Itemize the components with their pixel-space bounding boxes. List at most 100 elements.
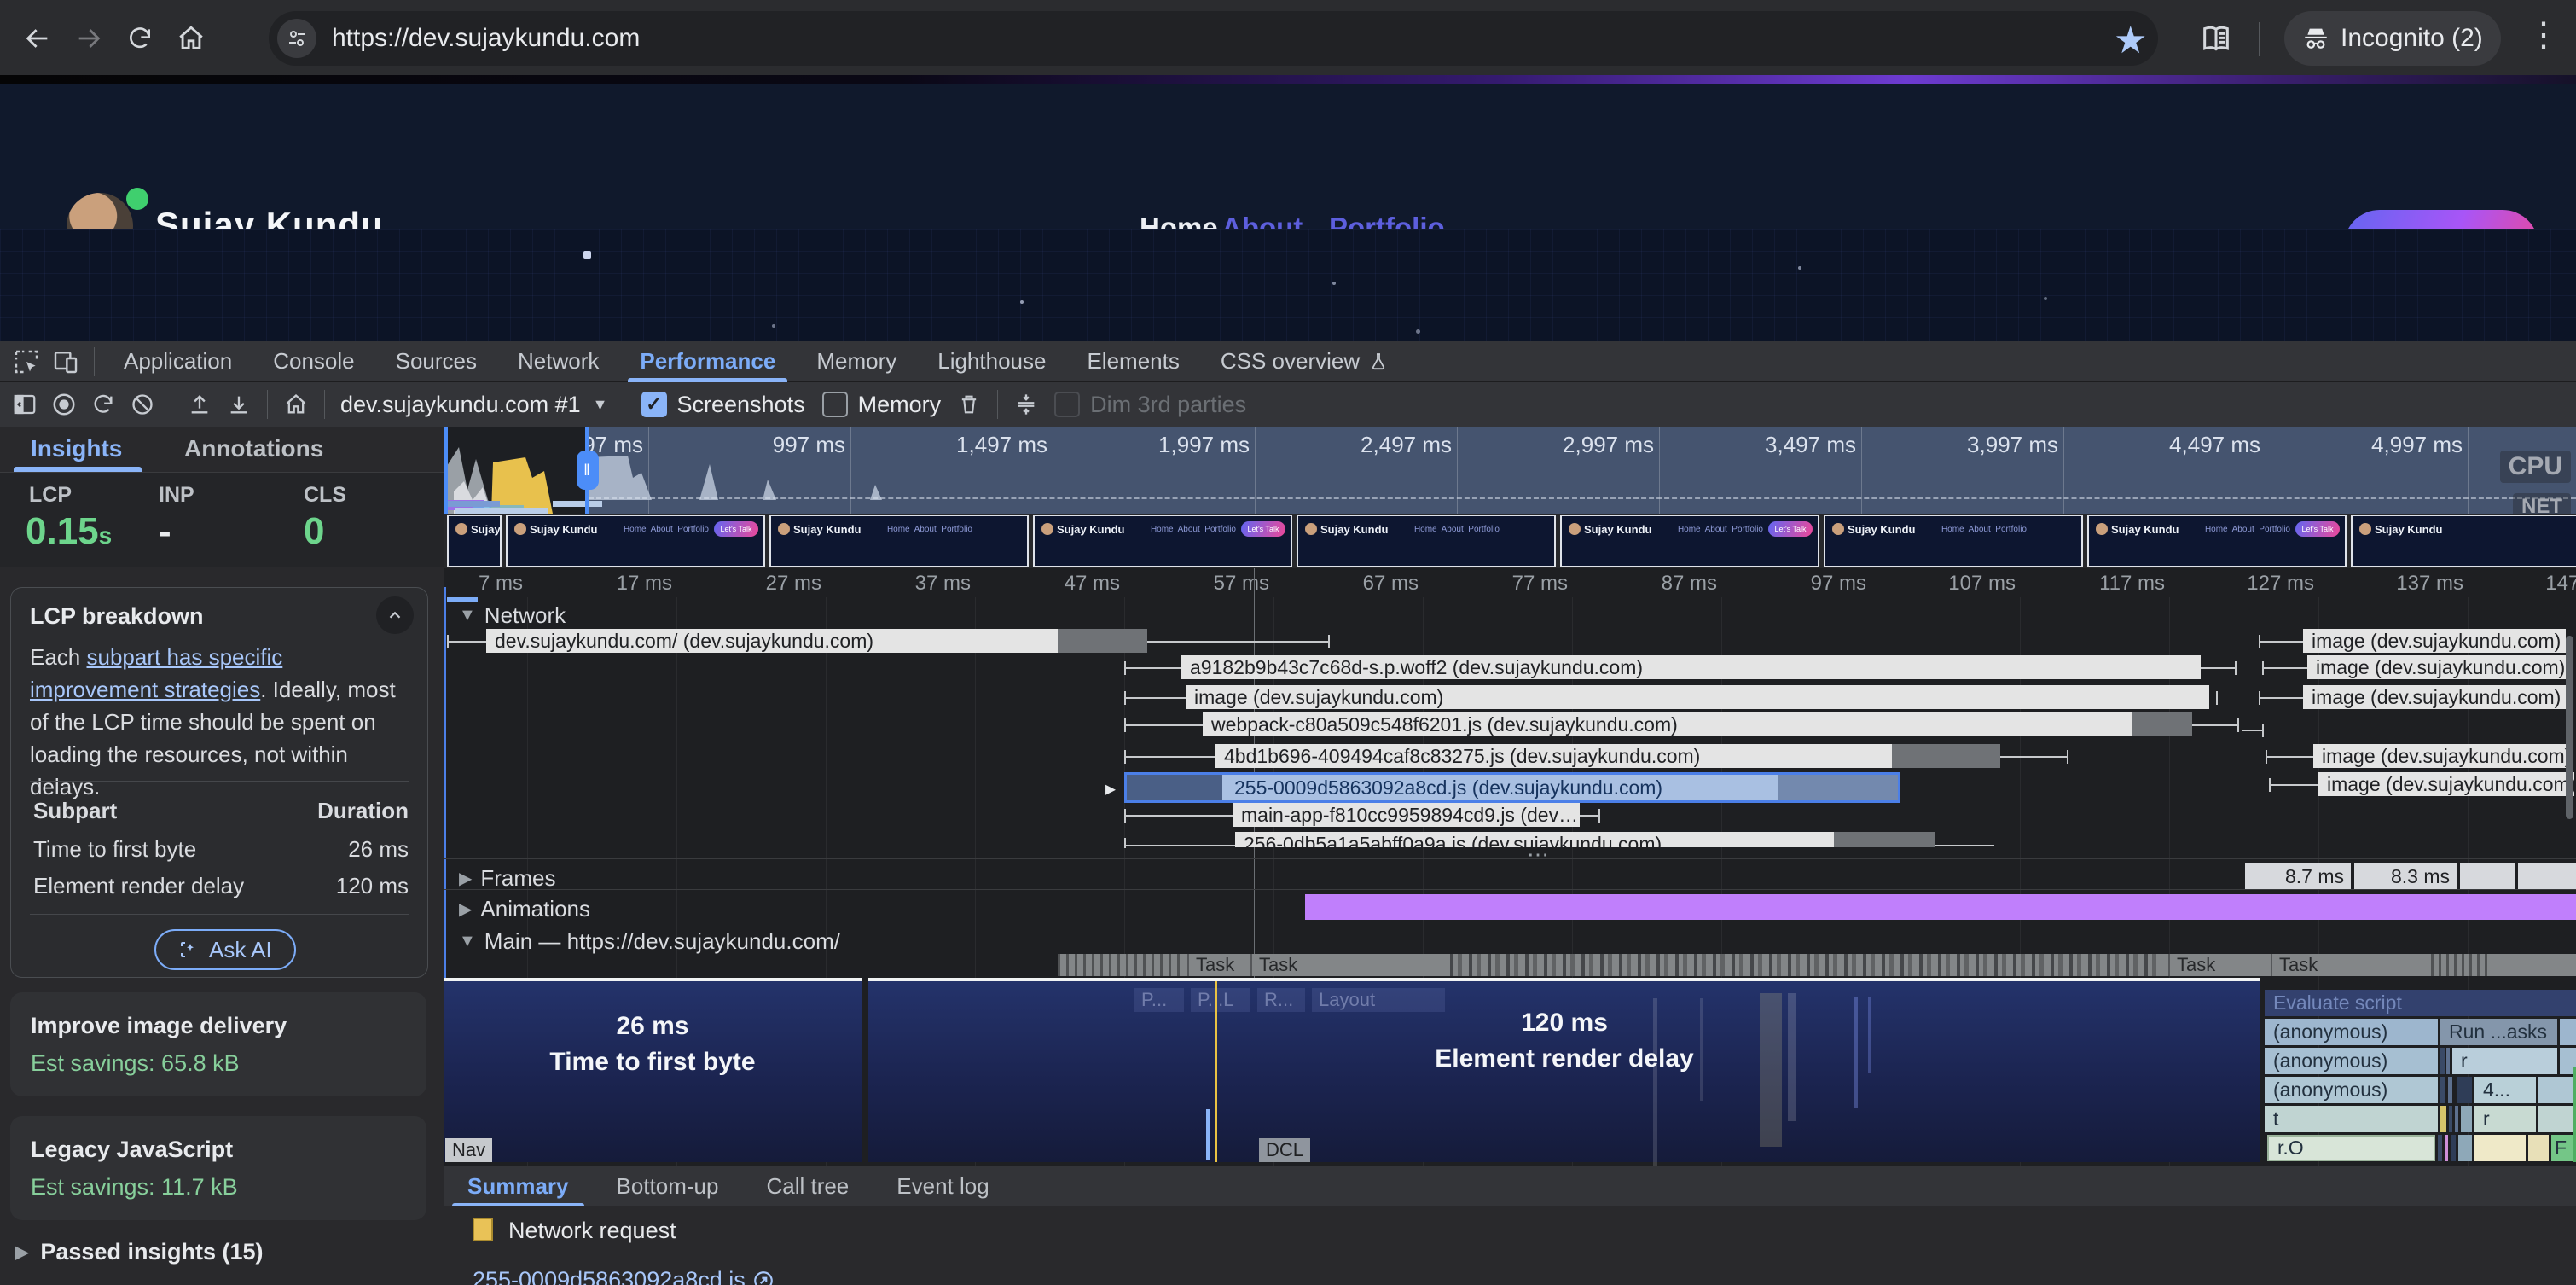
network-request-bar[interactable]: 4bd1b696-409494caf8c83275.js (dev.sujayk… <box>1215 744 1892 768</box>
flame-frame[interactable]: (anonymous) <box>2265 1077 2438 1103</box>
tab-application[interactable]: Application <box>124 348 232 375</box>
network-request-bar-selected[interactable]: 255-0009d5863092a8cd.js (dev.sujaykundu.… <box>1124 772 1900 803</box>
sidebar-tab-annotations[interactable]: Annotations <box>184 435 323 462</box>
filmstrip-thumbnail[interactable]: Sujay Kundu Home About Portfolio Let's T… <box>506 515 765 567</box>
collapse-chevron-button[interactable] <box>376 596 414 634</box>
download-profile-icon[interactable] <box>219 385 258 424</box>
memory-checkbox[interactable]: Memory <box>822 392 942 418</box>
flame-frame[interactable]: (anonymous) <box>2265 1019 2438 1045</box>
timeline-ruler[interactable]: 7 ms 17 ms 27 ms 37 ms 47 ms 57 ms 67 ms… <box>444 568 2576 598</box>
dcl-marker[interactable]: DCL <box>1259 1138 1310 1162</box>
task-label[interactable]: Task <box>1187 954 1234 976</box>
history-dropdown[interactable]: dev.sujaykundu.com #1 ▼ <box>340 392 608 418</box>
flame-frame[interactable]: r <box>2452 1048 2557 1074</box>
tab-lighthouse[interactable]: Lighthouse <box>937 348 1046 375</box>
task-label[interactable]: Task <box>1250 954 1297 976</box>
filmstrip-thumbnail[interactable]: Sujay Kundu <box>447 515 502 567</box>
task-label[interactable]: Task <box>2168 954 2215 976</box>
forward-button[interactable] <box>63 13 114 64</box>
insight-card-image-delivery[interactable]: Improve image delivery Est savings: 65.8… <box>10 992 426 1096</box>
dim-3rd-parties-checkbox[interactable]: Dim 3rd parties <box>1054 392 1246 418</box>
selection-grip[interactable]: ‖ <box>577 451 599 490</box>
network-request-bar[interactable]: webpack-c80a509c548f6201.js (dev.sujayku… <box>1203 712 2132 736</box>
insight-card-legacy-js[interactable]: Legacy JavaScript Est savings: 11.7 kB <box>10 1116 426 1220</box>
filmstrip-thumbnail[interactable]: Sujay Kundu Home About Portfolio Let's T… <box>1560 515 1819 567</box>
flame-frame[interactable]: r <box>2474 1106 2536 1132</box>
network-request-bar[interactable]: image (dev.sujaykundu.com) <box>2303 629 2566 653</box>
inp-value[interactable]: - <box>159 510 171 553</box>
cls-value[interactable]: 0 <box>304 510 324 553</box>
frame-duration[interactable]: 8.3 ms <box>2354 863 2457 889</box>
filmstrip-thumbnail[interactable]: Sujay Kundu Home About Portfolio <box>1824 515 2083 567</box>
network-request-bar[interactable]: image (dev.sujaykundu.com) <box>1186 685 2209 709</box>
screenshots-checkbox[interactable]: ✓ Screenshots <box>641 392 805 418</box>
network-request-bar[interactable]: image (dev.sujaykundu.com) <box>2303 685 2569 709</box>
device-toolbar-icon[interactable] <box>46 342 85 381</box>
animation-bar[interactable] <box>1305 894 2576 920</box>
detail-tab-call-tree[interactable]: Call tree <box>766 1173 849 1200</box>
network-request-bar[interactable]: a9182b9b43c7c68d-s.p.woff2 (dev.sujaykun… <box>1181 655 2201 679</box>
filmstrip-thumbnail[interactable]: Sujay Kundu Home About Portfolio Let's T… <box>2087 515 2347 567</box>
garbage-collect-icon[interactable] <box>949 385 989 424</box>
passed-insights-toggle[interactable]: ▶ Passed insights (15) <box>15 1239 263 1265</box>
record-and-reload-button[interactable] <box>84 385 123 424</box>
sidebar-tab-insights[interactable]: Insights <box>31 435 122 462</box>
lcp-breakdown-card[interactable]: LCP breakdown Each subpart has specific … <box>10 587 428 978</box>
filmstrip-thumbnail[interactable]: Sujay Kundu Home About Portfolio <box>1297 515 1556 567</box>
flame-frame[interactable]: t <box>2265 1106 2438 1132</box>
tab-network[interactable]: Network <box>518 348 599 375</box>
ask-ai-button[interactable]: Ask AI <box>154 929 296 970</box>
throttling-icon[interactable] <box>1007 385 1046 424</box>
site-settings-icon[interactable] <box>277 19 316 58</box>
tab-elements[interactable]: Elements <box>1087 348 1179 375</box>
network-request-bar[interactable]: main-app-f810cc9959894cd9.js (dev… <box>1233 803 1580 827</box>
home-button[interactable] <box>165 13 217 64</box>
flame-frame[interactable]: F <box>2551 1135 2573 1161</box>
back-button[interactable] <box>12 13 63 64</box>
open-external-icon[interactable] <box>752 1270 775 1285</box>
animations-section-header[interactable]: ▶ Animations <box>459 896 590 922</box>
network-section-header[interactable]: ▼ Network <box>459 602 566 629</box>
lcp-value[interactable]: 0.15s <box>26 510 112 553</box>
live-metrics-home-icon[interactable] <box>276 385 316 424</box>
flame-frame[interactable]: Evaluate script <box>2265 990 2576 1016</box>
tab-memory[interactable]: Memory <box>816 348 896 375</box>
timeline-overview[interactable]: 497 ms 997 ms 1,497 ms 1,997 ms 2,497 ms… <box>444 427 2576 514</box>
request-file-link[interactable]: 255-0009d5863092a8cd.js <box>473 1267 746 1285</box>
filmstrip-thumbnail[interactable]: Sujay Kundu Home About Portfolio <box>769 515 1029 567</box>
upload-profile-icon[interactable] <box>180 385 219 424</box>
main-thread-section-header[interactable]: ▼ Main — https://dev.sujaykundu.com/ <box>459 928 840 955</box>
network-request-bar[interactable]: image (dev.sujaykundu.com) <box>2307 655 2572 679</box>
incognito-badge[interactable]: Incognito (2) <box>2284 11 2501 66</box>
frames-section-header[interactable]: ▶ Frames <box>459 865 556 892</box>
record-button[interactable] <box>44 385 84 424</box>
inspect-element-icon[interactable] <box>7 342 46 381</box>
flame-frame[interactable]: 4... <box>2474 1077 2536 1103</box>
filmstrip-thumbnail[interactable]: Sujay Kundu <box>2351 515 2576 567</box>
reload-button[interactable] <box>114 13 165 64</box>
network-request-bar[interactable]: image (dev.sujaykundu.com) <box>2318 772 2574 796</box>
flame-frame[interactable]: (anonymous) <box>2265 1048 2438 1074</box>
detail-tab-summary-active[interactable]: Summary <box>467 1173 569 1200</box>
flame-frame[interactable]: Run ...asks <box>2440 1019 2557 1045</box>
address-bar[interactable]: https://dev.sujaykundu.com <box>269 11 2158 66</box>
bookmark-star-icon[interactable]: ★ <box>2114 19 2147 62</box>
frame-duration[interactable]: 8.7 ms <box>2245 863 2351 889</box>
nav-marker[interactable]: Nav <box>445 1138 492 1162</box>
network-scrollbar[interactable] <box>2566 636 2573 819</box>
network-request-bar[interactable]: dev.sujaykundu.com/ (dev.sujaykundu.com) <box>486 629 1058 653</box>
network-request-bar[interactable]: image (dev.sujaykundu.com) <box>2313 744 2572 768</box>
toggle-sidebar-icon[interactable] <box>5 385 44 424</box>
detail-tab-bottom-up[interactable]: Bottom-up <box>617 1173 719 1200</box>
detail-tab-event-log[interactable]: Event log <box>896 1173 989 1200</box>
tab-console[interactable]: Console <box>273 348 354 375</box>
browser-menu-icon[interactable]: ⋮ <box>2527 15 2561 55</box>
filmstrip-thumbnail[interactable]: Sujay Kundu Home About Portfolio Let's T… <box>1033 515 1292 567</box>
tab-performance-active[interactable]: Performance <box>640 348 775 375</box>
clear-button[interactable] <box>123 385 162 424</box>
tab-css-overview[interactable]: CSS overview <box>1221 348 1389 375</box>
selection-handle-left[interactable] <box>444 427 448 514</box>
task-label[interactable]: Task <box>2271 954 2318 976</box>
flame-frame[interactable]: r.O <box>2267 1135 2435 1161</box>
tab-sources[interactable]: Sources <box>396 348 477 375</box>
